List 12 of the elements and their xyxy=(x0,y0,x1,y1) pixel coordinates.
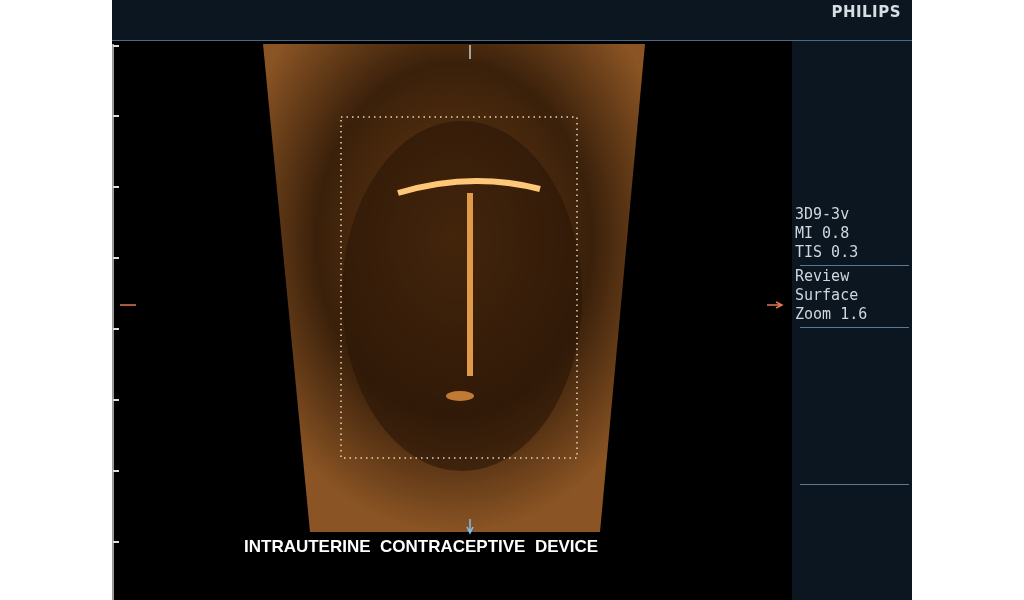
center-marker xyxy=(469,44,471,60)
panel-reading: Surface xyxy=(795,286,860,305)
panel-reading: Review xyxy=(795,267,851,286)
panel-reading: 3D9-3v xyxy=(795,205,851,224)
right-arrow-icon xyxy=(766,301,784,309)
down-arrow-icon xyxy=(466,518,474,535)
image-caption: INTRAUTERINE CONTRACEPTIVE DEVICE xyxy=(244,537,599,557)
panel-reading: Zoom 1.6 xyxy=(795,305,869,324)
panel-reading: TIS 0.3 xyxy=(795,243,860,262)
focus-marker xyxy=(119,304,137,306)
panel-reading: MI 0.8 xyxy=(795,224,851,243)
brand-logo: PHILIPS xyxy=(831,3,901,21)
